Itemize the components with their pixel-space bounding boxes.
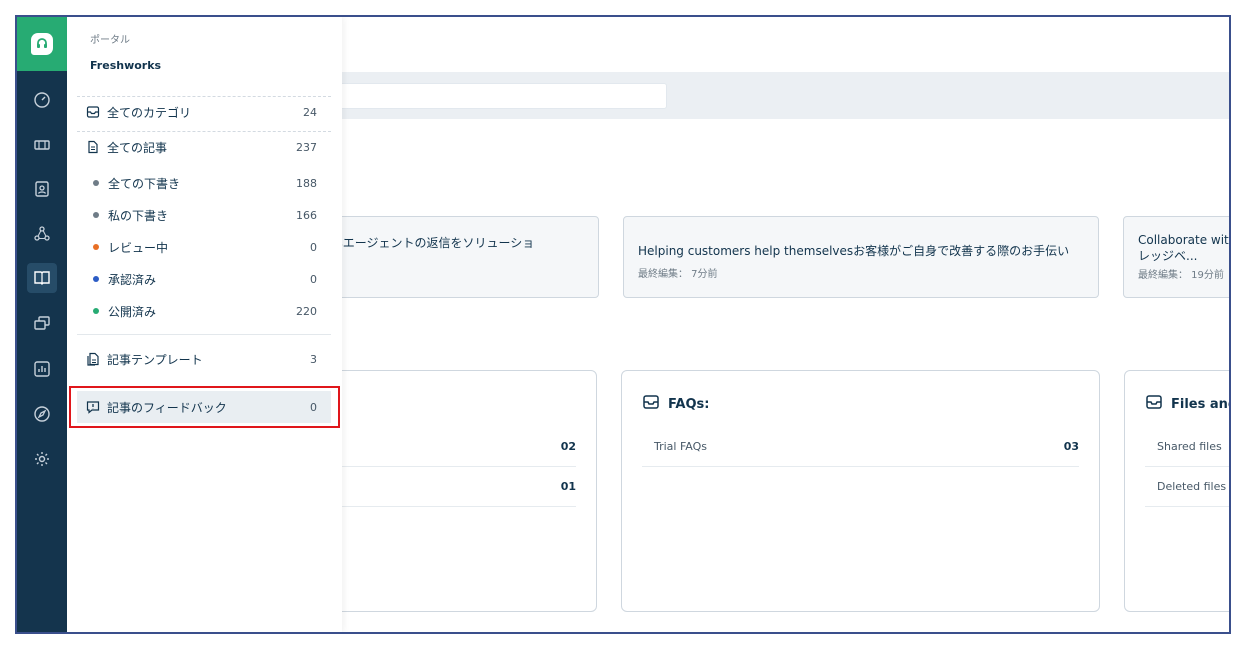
inbox-icon (1145, 393, 1163, 415)
menu-item-count: 0 (310, 272, 317, 286)
dashboard-icon[interactable] (27, 85, 57, 115)
folder-name: Trial FAQs (654, 440, 708, 453)
portal-label: ポータル (90, 35, 130, 46)
inbox-icon (85, 104, 101, 120)
nav-rail (17, 17, 67, 632)
menu-item-label: 全ての下書き (108, 176, 181, 191)
menu-item-label: 全ての記事 (107, 140, 168, 155)
article-meta: 最終編集： 19分前 (1138, 270, 1224, 281)
inbox-icon (642, 393, 660, 415)
category-title[interactable]: FAQs: (642, 393, 709, 415)
category-title[interactable]: Files and (1145, 393, 1229, 415)
menu-item-count: 237 (296, 140, 317, 154)
menu-item-label: 記事テンプレート (107, 352, 203, 367)
gear-icon[interactable] (27, 444, 57, 474)
tickets-icon[interactable] (27, 130, 57, 160)
article-card[interactable]: Helping customers help themselvesお客様がご自身… (623, 216, 1099, 298)
status-dot (93, 276, 99, 282)
status-dot (93, 244, 99, 250)
folder-row[interactable]: Shared files (1145, 427, 1229, 467)
solutions-book-icon[interactable] (27, 263, 57, 293)
menu-item-count: 0 (310, 240, 317, 254)
status-dot (93, 180, 99, 186)
menu-item-label: 公開済み (108, 304, 157, 319)
status-dot (93, 308, 99, 314)
article-card[interactable]: Collaborate with レッジベ... 最終編集： 19分前 (1123, 216, 1231, 298)
folder-row[interactable]: Deleted files (1145, 467, 1229, 507)
article-title: Collaborate with (1138, 233, 1231, 247)
menu-item-count: 220 (296, 304, 317, 318)
compass-icon[interactable] (27, 399, 57, 429)
menu-item-count: 24 (303, 105, 317, 119)
folder-row[interactable]: Trial FAQs 03 (642, 427, 1079, 467)
divider (77, 334, 331, 335)
social-icon[interactable] (27, 219, 57, 249)
menu-item-all-drafts[interactable]: 全ての下書き 188 (77, 167, 331, 199)
contacts-icon[interactable] (27, 174, 57, 204)
menu-item-my-drafts[interactable]: 私の下書き 166 (77, 199, 331, 231)
menu-item-published[interactable]: 公開済み 220 (77, 295, 331, 327)
template-icon (85, 351, 101, 367)
menu-item-count: 3 (310, 352, 317, 366)
freshdesk-logo[interactable] (17, 17, 67, 71)
headset-icon (31, 33, 53, 55)
menu-item-all-categories[interactable]: 全てのカテゴリ 24 (77, 96, 331, 128)
menu-item-label: レビュー中 (108, 240, 169, 255)
document-icon (85, 139, 101, 155)
folder-count: 01 (560, 480, 576, 493)
article-title: Helping customers help themselvesお客様がご自身… (638, 244, 1070, 258)
search-input[interactable] (317, 83, 667, 109)
reports-icon[interactable] (27, 354, 57, 384)
folder-count: 02 (560, 440, 576, 453)
menu-item-count: 188 (296, 176, 317, 190)
solutions-menu-panel: ポータル Freshworks 全てのカテゴリ 24 全ての記事 237 全ての… (67, 17, 342, 632)
portal-name[interactable]: Freshworks (90, 59, 161, 72)
menu-item-in-review[interactable]: レビュー中 0 (77, 231, 331, 263)
article-meta: 最終編集： 7分前 (638, 269, 718, 280)
menu-item-approved[interactable]: 承認済み 0 (77, 263, 331, 295)
article-title-continued: レッジベ... (1138, 249, 1198, 263)
menu-item-label: 承認済み (108, 272, 157, 287)
menu-item-count: 166 (296, 208, 317, 222)
highlight-annotation (69, 386, 340, 428)
category-card: Files and Shared files Deleted files (1124, 370, 1229, 612)
category-card: FAQs: Trial FAQs 03 (621, 370, 1100, 612)
folder-row[interactable]: 02 (304, 427, 576, 467)
menu-item-label: 私の下書き (108, 208, 169, 223)
forums-icon[interactable] (27, 308, 57, 338)
folder-name: Deleted files (1157, 480, 1227, 493)
folder-name: Shared files (1157, 440, 1222, 453)
menu-item-label: 全てのカテゴリ (107, 105, 192, 120)
app-window: Articlesエージェントの返信をソリューショ Helping custome… (15, 15, 1231, 634)
menu-item-all-articles[interactable]: 全ての記事 237 (77, 131, 331, 163)
folder-row[interactable]: 01 (304, 467, 576, 507)
status-dot (93, 212, 99, 218)
folder-count: 03 (1063, 440, 1079, 453)
menu-item-article-templates[interactable]: 記事テンプレート 3 (77, 343, 331, 375)
